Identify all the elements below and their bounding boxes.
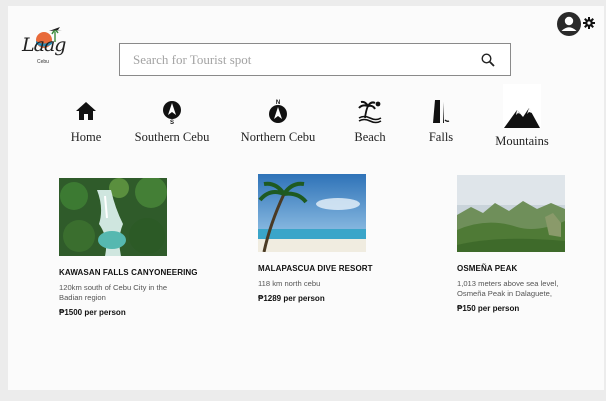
home-icon [76,102,96,120]
spot-card-malapascua[interactable]: MALAPASCUA DIVE RESORT 118 km north cebu… [258,174,408,303]
category-mountains[interactable]: Mountains [492,84,552,149]
spot-title: KAWASAN FALLS CANYONEERING [59,268,198,277]
category-label: Beach [354,130,386,144]
search-bar [119,43,511,76]
category-beach[interactable]: Beach [351,98,389,145]
compass-south-icon: S [163,101,181,124]
spot-photo-osmena-peak [457,175,565,252]
compass-north-icon: N [269,100,287,123]
beach-icon [358,100,382,124]
spot-description: 118 km north cebu [258,279,321,288]
svg-text:S: S [170,120,174,124]
spot-description: 120km south of Cebu City in the Badian r… [59,283,168,302]
search-input[interactable] [120,44,470,75]
logo-wordmark: Laag [22,34,66,56]
spot-description: 1,013 meters above sea level, Osmeña Pea… [457,279,559,298]
spot-photo-malapascua [258,174,366,252]
category-southern-cebu[interactable]: S Southern Cebu [132,98,212,145]
category-northern-cebu[interactable]: N Northern Cebu [237,98,319,145]
mountains-icon [504,108,540,128]
user-icon [561,16,577,31]
category-falls[interactable]: Falls [426,98,456,145]
spot-card-osmena-peak[interactable]: OSMEÑA PEAK 1,013 meters above sea level… [457,175,599,313]
category-label: Home [70,130,102,144]
mountains-icon-tile [503,84,541,128]
spot-price: ₱150 per person [457,304,520,313]
category-label: Southern Cebu [134,130,210,144]
category-label: Northern Cebu [240,130,316,144]
settings-gear-icon[interactable] [583,17,595,29]
spot-price: ₱1289 per person [258,294,325,303]
spot-title: MALAPASCUA DIVE RESORT [258,264,373,273]
brand-logo[interactable]: Laag Cebu [22,24,70,70]
search-icon[interactable] [480,52,496,68]
profile-avatar-button[interactable] [557,12,581,36]
category-label: Falls [428,130,454,144]
spot-photo-kawasan-falls [59,178,167,256]
logo-subtitle: Cebu [37,59,49,65]
spot-price: ₱1500 per person [59,308,126,317]
app-frame: Laag Cebu Home [8,6,604,390]
waterfall-icon [433,100,450,123]
spot-card-kawasan-falls[interactable]: KAWASAN FALLS CANYONEERING 120km south o… [59,178,209,317]
category-home[interactable]: Home [68,98,104,145]
spot-title: OSMEÑA PEAK [457,264,518,273]
category-label: Mountains [495,134,549,148]
